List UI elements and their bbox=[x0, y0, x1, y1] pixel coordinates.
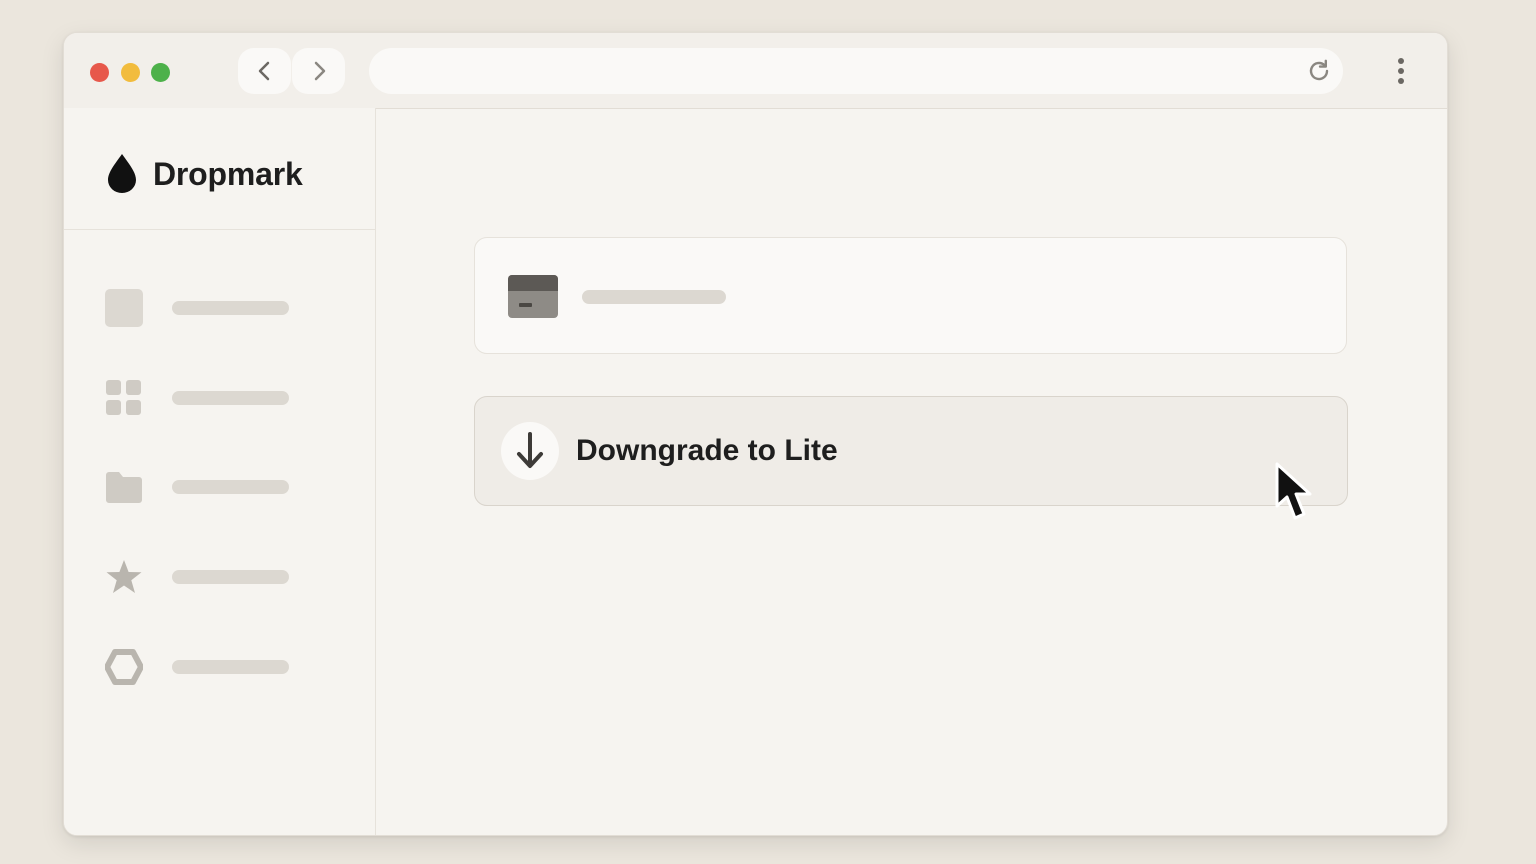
star-icon bbox=[104, 557, 144, 597]
billing-card-label bbox=[582, 290, 726, 304]
chevron-left-icon bbox=[258, 61, 269, 81]
address-bar[interactable] bbox=[369, 48, 1343, 94]
square-icon bbox=[104, 288, 144, 328]
sidebar-item-label bbox=[172, 570, 289, 584]
sidebar-item-label bbox=[172, 301, 289, 315]
droplet-icon bbox=[108, 154, 136, 193]
sidebar-item-4[interactable] bbox=[104, 555, 344, 599]
hexagon-icon bbox=[104, 647, 144, 687]
sidebar-item-2[interactable] bbox=[104, 376, 344, 420]
folder-icon bbox=[104, 467, 144, 507]
sidebar-item-label bbox=[172, 660, 289, 674]
downgrade-button-label: Downgrade to Lite bbox=[576, 434, 838, 467]
chevron-right-icon bbox=[314, 61, 325, 81]
sidebar: Dropmark bbox=[64, 108, 376, 835]
reload-icon bbox=[1309, 59, 1329, 81]
sidebar-item-label bbox=[172, 480, 289, 494]
sidebar-item-5[interactable] bbox=[104, 645, 344, 689]
grid-icon bbox=[104, 378, 144, 418]
browser-menu-button[interactable] bbox=[1387, 55, 1415, 87]
forward-button[interactable] bbox=[292, 48, 345, 94]
maximize-window-button[interactable] bbox=[151, 63, 170, 82]
sidebar-item-1[interactable] bbox=[104, 286, 344, 330]
browser-toolbar bbox=[64, 33, 1447, 109]
browser-window: Dropmark Downgrade to Lite bbox=[63, 32, 1448, 836]
back-button[interactable] bbox=[238, 48, 291, 94]
credit-card-icon bbox=[508, 275, 558, 318]
minimize-window-button[interactable] bbox=[121, 63, 140, 82]
kebab-menu-icon bbox=[1398, 58, 1404, 84]
sidebar-item-label bbox=[172, 391, 289, 405]
brand-header: Dropmark bbox=[64, 108, 375, 230]
reload-button[interactable] bbox=[1305, 57, 1333, 85]
arrow-down-icon bbox=[501, 422, 559, 480]
sidebar-item-3[interactable] bbox=[104, 465, 344, 509]
downgrade-button[interactable]: Downgrade to Lite bbox=[474, 396, 1348, 506]
close-window-button[interactable] bbox=[90, 63, 109, 82]
billing-card[interactable] bbox=[474, 237, 1347, 354]
brand-name: Dropmark bbox=[153, 156, 303, 192]
mouse-cursor-icon bbox=[1275, 462, 1312, 520]
